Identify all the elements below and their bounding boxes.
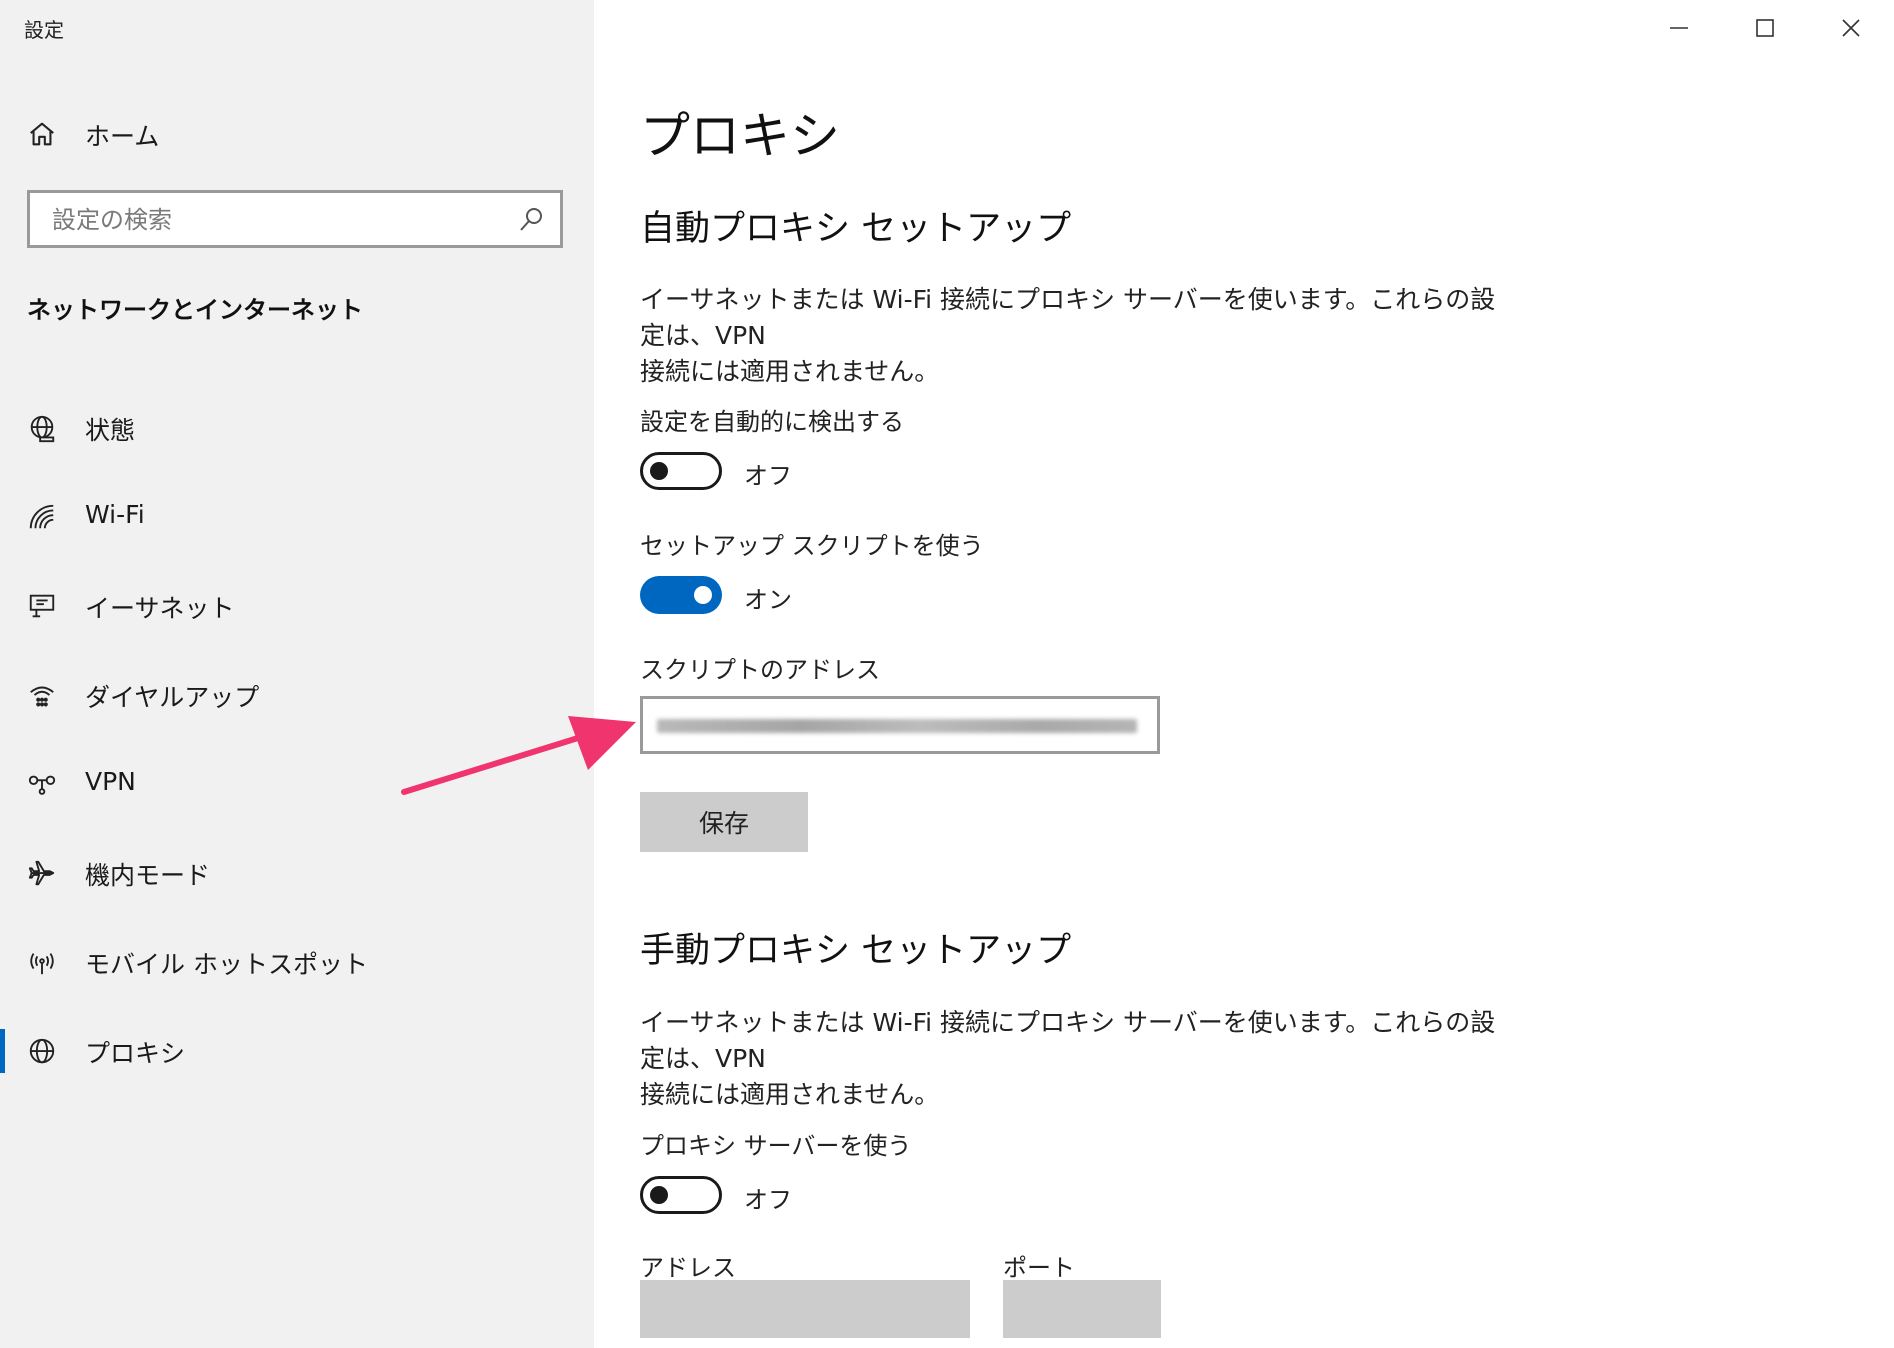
manual-proxy-description: イーサネットまたは Wi-Fi 接続にプロキシ サーバーを使います。これらの設定…	[640, 1005, 1520, 1113]
use-script-toggle[interactable]	[640, 576, 722, 614]
maximize-icon	[1756, 19, 1774, 37]
script-address-input[interactable]	[640, 696, 1160, 754]
app-title: 設定	[24, 18, 64, 42]
toggle-knob	[694, 586, 712, 604]
close-button[interactable]	[1808, 0, 1894, 56]
sidebar: 設定 ホーム ネットワークとインターネット	[0, 0, 594, 1348]
proxy-port-input[interactable]	[1003, 1280, 1161, 1338]
maximize-button[interactable]	[1722, 0, 1808, 56]
detect-settings-toggle[interactable]	[640, 452, 722, 490]
manual-proxy-heading: 手動プロキシ セットアップ	[640, 931, 1072, 971]
use-script-state: オン	[744, 586, 792, 614]
hotspot-icon	[26, 946, 58, 978]
window-controls	[1636, 0, 1894, 56]
sidebar-item-status[interactable]: 状態	[0, 384, 594, 473]
detect-settings-state: オフ	[744, 462, 792, 490]
use-proxy-state: オフ	[744, 1186, 792, 1214]
sidebar-item-home[interactable]: ホーム	[0, 104, 594, 164]
auto-proxy-description: イーサネットまたは Wi-Fi 接続にプロキシ サーバーを使います。これらの設定…	[640, 282, 1520, 390]
section-heading: ネットワークとインターネット	[27, 296, 363, 324]
save-button[interactable]: 保存	[640, 792, 808, 852]
dialup-icon	[26, 679, 58, 711]
ethernet-icon	[26, 590, 58, 622]
use-proxy-label: プロキシ サーバーを使う	[640, 1132, 912, 1160]
settings-window: 設定 ホーム ネットワークとインターネット	[0, 0, 1894, 1348]
detect-settings-label: 設定を自動的に検出する	[640, 408, 904, 436]
description-line: イーサネットまたは Wi-Fi 接続にプロキシ サーバーを使います。これらの設定…	[640, 285, 1496, 350]
toggle-knob	[650, 462, 668, 480]
sidebar-item-label: モバイル ホットスポット	[85, 950, 368, 979]
status-globe-icon	[26, 412, 58, 444]
main-content: プロキシ 自動プロキシ セットアップ イーサネットまたは Wi-Fi 接続にプロ…	[594, 0, 1894, 1348]
page-title: プロキシ	[640, 107, 840, 165]
redacted-address	[657, 719, 1137, 733]
sidebar-item-label: ダイヤルアップ	[85, 683, 260, 712]
home-icon	[26, 118, 58, 150]
minimize-button[interactable]	[1636, 0, 1722, 56]
proxy-address-input[interactable]	[640, 1280, 970, 1338]
sidebar-item-label: プロキシ	[85, 1039, 186, 1068]
description-line: 接続には適用されません。	[640, 357, 940, 386]
description-line: 接続には適用されません。	[640, 1080, 940, 1109]
sidebar-item-label: Wi-Fi	[85, 500, 145, 529]
sidebar-item-label: 機内モード	[85, 861, 211, 890]
sidebar-item-label: ホーム	[85, 122, 160, 151]
sidebar-item-hotspot[interactable]: モバイル ホットスポット	[0, 918, 594, 1007]
globe-icon	[26, 1035, 58, 1067]
description-line: イーサネットまたは Wi-Fi 接続にプロキシ サーバーを使います。これらの設定…	[640, 1008, 1496, 1073]
sidebar-item-wifi[interactable]: Wi-Fi	[0, 473, 594, 562]
vpn-icon	[26, 768, 58, 800]
sidebar-item-label: VPN	[85, 767, 136, 796]
sidebar-item-airplane[interactable]: 機内モード	[0, 829, 594, 918]
address-label: アドレス	[640, 1254, 736, 1282]
use-script-label: セットアップ スクリプトを使う	[640, 532, 984, 560]
auto-proxy-heading: 自動プロキシ セットアップ	[640, 209, 1072, 249]
airplane-icon	[26, 857, 58, 889]
sidebar-item-ethernet[interactable]: イーサネット	[0, 562, 594, 651]
port-label: ポート	[1003, 1254, 1075, 1282]
search-icon[interactable]	[516, 205, 546, 235]
toggle-knob	[650, 1186, 668, 1204]
use-proxy-toggle[interactable]	[640, 1176, 722, 1214]
script-address-label: スクリプトのアドレス	[640, 656, 880, 684]
search-box[interactable]	[27, 190, 563, 248]
close-icon	[1842, 19, 1860, 37]
wifi-icon	[26, 501, 58, 533]
active-indicator	[0, 1029, 5, 1073]
search-input[interactable]	[50, 203, 504, 237]
minimize-icon	[1670, 27, 1688, 29]
sidebar-item-label: 状態	[85, 416, 136, 445]
annotation-arrow-icon	[401, 716, 636, 795]
sidebar-item-label: イーサネット	[85, 594, 235, 623]
sidebar-item-proxy[interactable]: プロキシ	[0, 1007, 594, 1096]
